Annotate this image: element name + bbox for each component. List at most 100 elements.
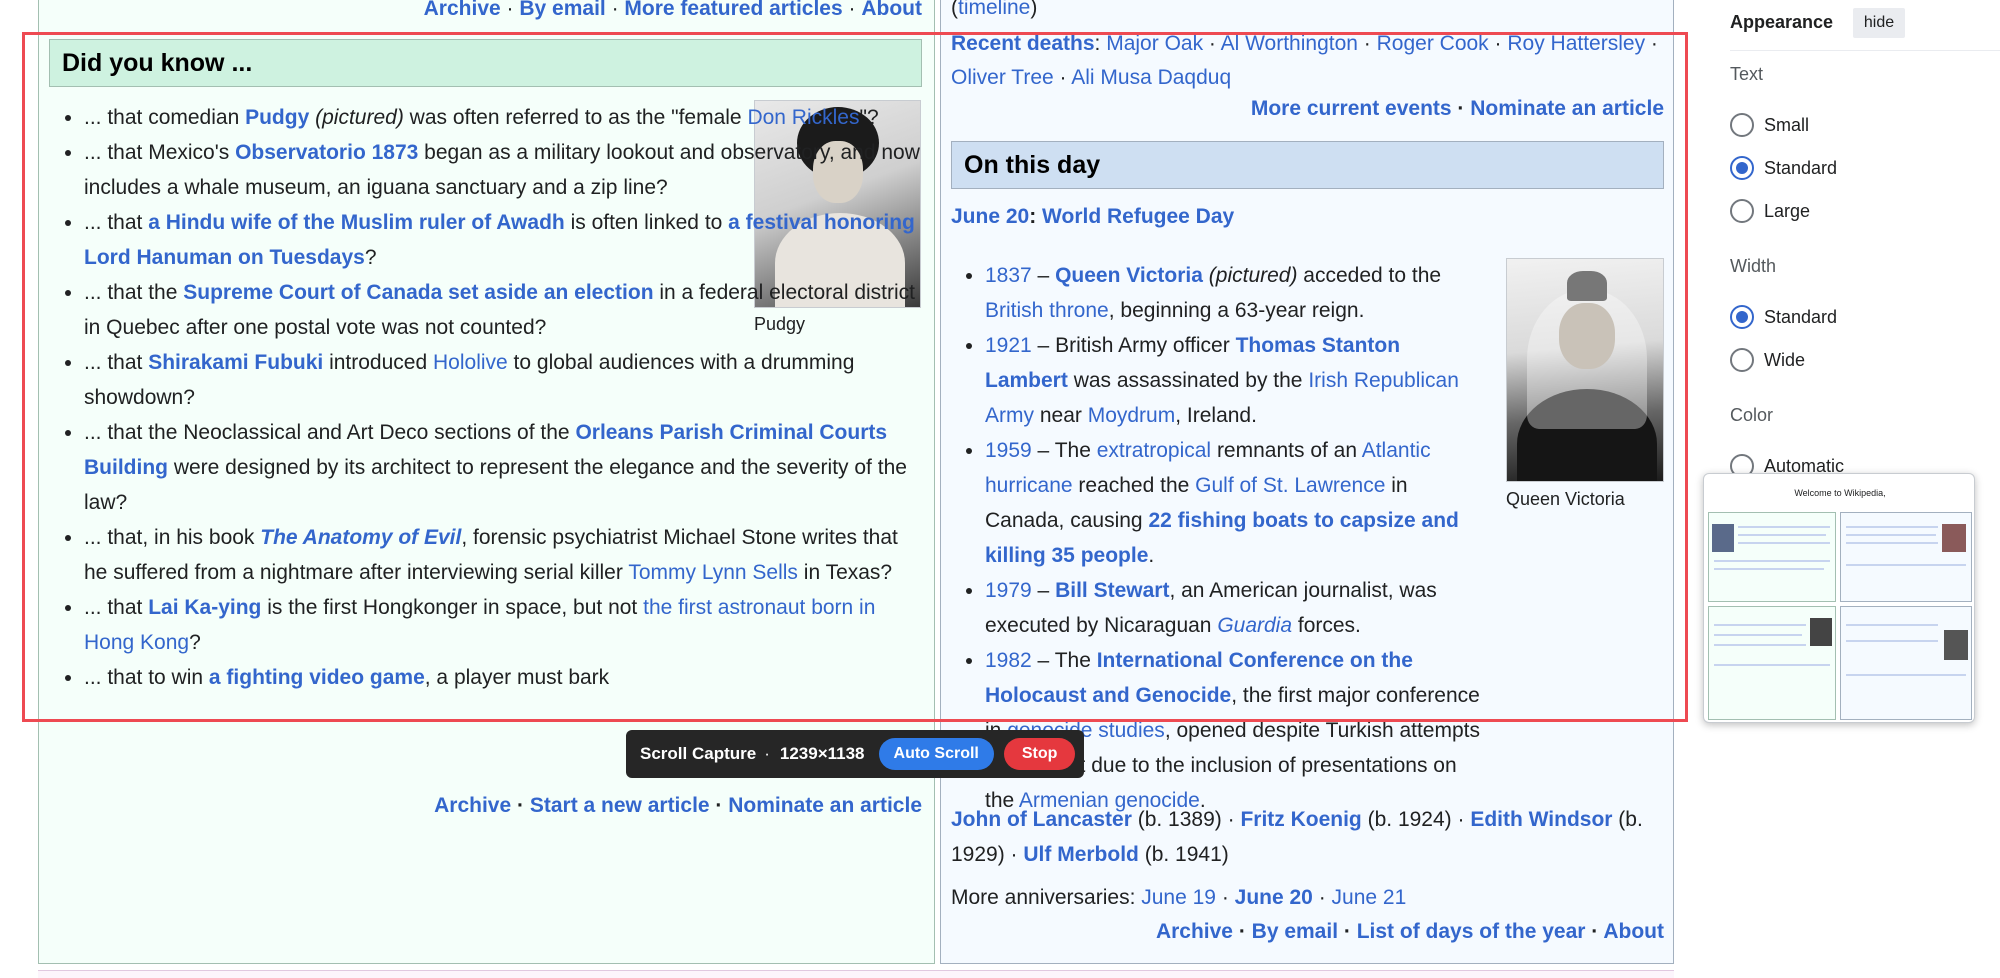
recent-death-link[interactable]: Ali Musa Daqduq [1071, 66, 1231, 89]
otd-event-item: 1921 – British Army officer Thomas Stant… [985, 328, 1481, 433]
text-size-small-radio[interactable]: Small [1730, 111, 1809, 139]
recent-deaths-label-link[interactable]: Recent deaths [951, 32, 1095, 55]
inline-link[interactable]: Gulf of St. Lawrence [1195, 474, 1385, 497]
inline-link[interactable]: 1982 [985, 649, 1032, 672]
otd-about-link[interactable]: About [1603, 920, 1664, 943]
dyk-list-item: ... that a Hindu wife of the Muslim rule… [84, 205, 920, 275]
inline-link[interactable]: Don Rickles [747, 106, 859, 129]
radio-selected-icon [1730, 305, 1754, 329]
capture-preview-thumbnail[interactable]: Welcome to Wikipedia, [1703, 473, 1975, 723]
inline-link[interactable]: 1979 [985, 579, 1032, 602]
appearance-hide-button[interactable]: hide [1853, 8, 1905, 38]
dyk-list-item: ... that the Supreme Court of Canada set… [84, 275, 920, 345]
inline-text: , Ireland. [1175, 404, 1257, 427]
inline-link[interactable]: John of Lancaster [951, 808, 1132, 831]
inline-text: ? [364, 246, 377, 269]
text-size-standard-radio[interactable]: Standard [1730, 154, 1837, 182]
inline-link[interactable]: 1837 [985, 264, 1032, 287]
inline-text: ... that, in his book [84, 526, 261, 549]
anniversary-link[interactable]: June 21 [1332, 886, 1407, 909]
inline-link[interactable]: Supreme Court of Canada set aside an ele… [183, 281, 653, 304]
inline-link[interactable]: a Hindu wife of the Muslim ruler of Awad… [148, 211, 565, 234]
inline-link[interactable]: Ulf Merbold [1023, 843, 1139, 866]
dyk-list-item: ... that to win a fighting video game, a… [84, 660, 920, 695]
otd-by-email-link[interactable]: By email [1252, 920, 1338, 943]
otd-observance-link[interactable]: World Refugee Day [1042, 205, 1234, 228]
inline-link[interactable]: Queen Victoria [1055, 264, 1203, 287]
inline-link[interactable]: Fritz Koenig [1240, 808, 1361, 831]
did-you-know-footer-links: Archive · Start a new article · Nominate… [434, 794, 922, 817]
dyk-nominate-article-link[interactable]: Nominate an article [728, 794, 922, 817]
inline-text: is often linked to [564, 211, 729, 234]
otd-event-item: 1837 – Queen Victoria (pictured) acceded… [985, 258, 1481, 328]
inline-link[interactable]: Pudgy [245, 106, 309, 129]
inline-link[interactable]: The Anatomy of Evil [260, 526, 461, 549]
next-section-edge [38, 970, 1674, 978]
scroll-capture-toolbar: Scroll Capture · 1239×1138 Auto Scroll S… [626, 730, 1084, 778]
stop-button[interactable]: Stop [1003, 738, 1076, 770]
more-current-events-link[interactable]: More current events [1251, 97, 1452, 120]
dyk-archive-link[interactable]: Archive [434, 794, 511, 817]
inline-text: is the first Hongkonger in space, but no… [261, 596, 644, 619]
featured-archive-link[interactable]: Archive [424, 0, 501, 20]
inline-text: ... that [84, 211, 149, 234]
inline-text: acceded to the [1297, 264, 1442, 287]
auto-scroll-button[interactable]: Auto Scroll [878, 738, 994, 770]
recent-death-link[interactable]: Major Oak [1106, 32, 1203, 55]
inline-link[interactable]: Shirakami Fubuki [148, 351, 323, 374]
anniversary-link[interactable]: June 19 [1141, 886, 1216, 909]
inline-text: ... that Mexico's [84, 141, 236, 164]
inline-link[interactable]: Edith Windsor [1470, 808, 1612, 831]
inline-link[interactable]: 1921 [985, 334, 1032, 357]
start-new-article-link[interactable]: Start a new article [530, 794, 710, 817]
inline-link[interactable]: Hololive [433, 351, 508, 374]
dyk-list-item: ... that Shirakami Fubuki introduced Hol… [84, 345, 920, 415]
inline-link[interactable]: Observatorio 1873 [235, 141, 418, 164]
recent-death-link[interactable]: Al Worthington [1221, 32, 1358, 55]
inline-link[interactable]: a fighting video game [209, 666, 425, 689]
list-of-days-link[interactable]: List of days of the year [1357, 920, 1586, 943]
inline-text: – [1031, 264, 1056, 287]
scroll-capture-title: Scroll Capture [640, 744, 757, 763]
otd-archive-link[interactable]: Archive [1156, 920, 1233, 943]
inline-text: ? [189, 631, 201, 654]
inline-text: was often referred to as the "female [403, 106, 748, 129]
color-label: Color [1730, 405, 1774, 425]
inline-text: . [1148, 544, 1155, 567]
inline-link[interactable]: Tommy Lynn Sells [628, 561, 798, 584]
recent-death-link[interactable]: Roger Cook [1377, 32, 1489, 55]
more-anniversaries: More anniversaries: June 19 · June 20 · … [951, 886, 1407, 909]
inline-text: reached the [1072, 474, 1196, 497]
queen-victoria-photo[interactable] [1506, 258, 1664, 482]
otd-date-link[interactable]: June 20 [951, 205, 1029, 228]
text-size-large-radio[interactable]: Large [1730, 197, 1810, 225]
width-standard-radio[interactable]: Standard [1730, 303, 1837, 331]
inline-text: – The [1031, 649, 1097, 672]
inline-link[interactable]: Lai Ka-ying [148, 596, 261, 619]
inline-text: – [1031, 579, 1056, 602]
inline-link[interactable]: Moydrum [1088, 404, 1176, 427]
inline-text: (pictured) [1208, 264, 1298, 287]
anniversary-link[interactable]: June 20 [1235, 886, 1313, 909]
featured-about-link[interactable]: About [861, 0, 922, 20]
dyk-list-item: ... that Lai Ka-ying is the first Hongko… [84, 590, 920, 660]
inline-text: (b. 1941) [1138, 843, 1229, 866]
thumbnail-image [1944, 630, 1968, 660]
featured-by-email-link[interactable]: By email [519, 0, 605, 20]
inline-text: in Texas? [797, 561, 893, 584]
recent-death-link[interactable]: Roy Hattersley [1507, 32, 1645, 55]
itn-nominate-article-link[interactable]: Nominate an article [1470, 97, 1664, 120]
more-featured-articles-link[interactable]: More featured articles [624, 0, 842, 20]
recent-death-link[interactable]: Oliver Tree [951, 66, 1054, 89]
did-you-know-heading: Did you know ... [49, 39, 922, 87]
inline-link[interactable]: Bill Stewart [1055, 579, 1169, 602]
inline-text: introduced [323, 351, 433, 374]
dyk-list-item: ... that comedian Pudgy (pictured) was o… [84, 100, 920, 135]
inline-link[interactable]: 1959 [985, 439, 1032, 462]
inline-link[interactable]: extratropical [1097, 439, 1211, 462]
inline-link[interactable]: British throne [985, 299, 1109, 322]
width-wide-radio[interactable]: Wide [1730, 346, 1805, 374]
inline-link[interactable]: Guardia [1217, 614, 1292, 637]
timeline-link[interactable]: timeline [958, 0, 1030, 19]
appearance-title: Appearance [1730, 12, 1834, 32]
